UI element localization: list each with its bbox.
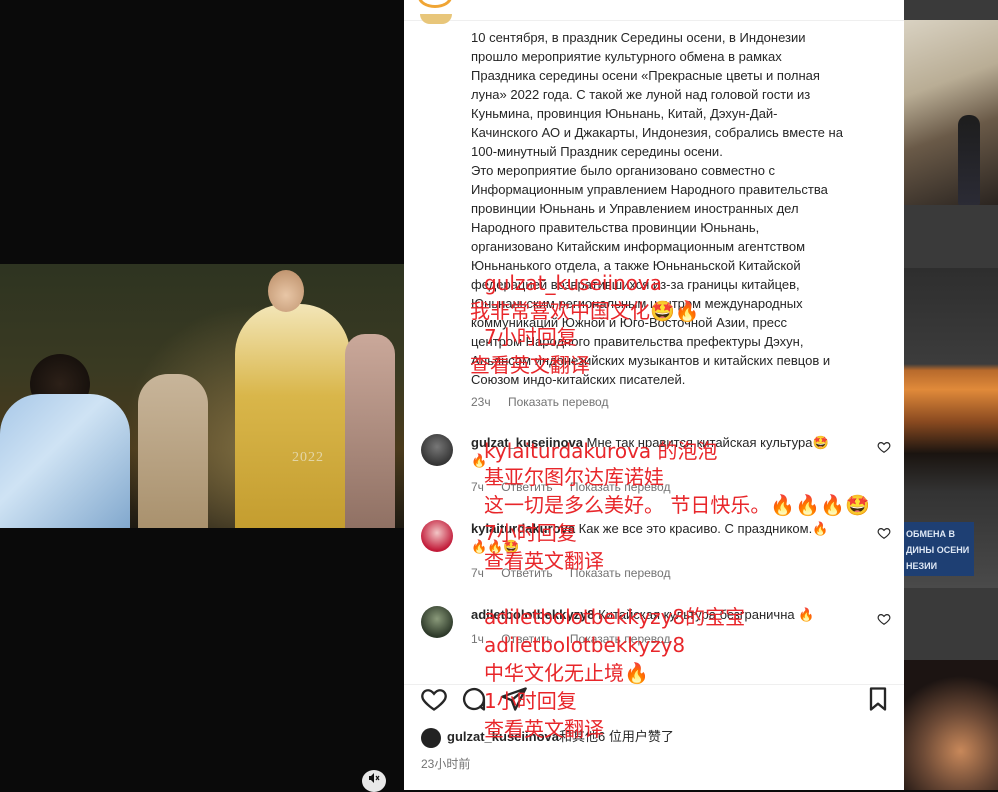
background-figure — [958, 115, 980, 205]
commenter-avatar[interactable] — [421, 606, 453, 638]
overlay-text: 查看英文翻译 — [484, 549, 604, 573]
see-translation-link[interactable]: Показать перевод — [508, 395, 609, 409]
background-thumbnail-1 — [904, 20, 998, 205]
caption-line: Праздника середины осени «Прекрасные цве… — [471, 68, 820, 83]
overlay-text: 查看英文翻译 — [484, 717, 604, 741]
liker-avatar[interactable] — [421, 727, 441, 748]
caption-line: Информационным управлением Народного пра… — [471, 182, 828, 197]
caption-line: Это мероприятие было организовано совмес… — [471, 163, 776, 178]
video-figure — [268, 270, 304, 312]
heart-icon[interactable] — [877, 612, 891, 626]
background-thumbnail-3 — [904, 660, 998, 790]
overlay-text: 1小时回复 — [484, 689, 577, 713]
action-bar — [404, 684, 904, 713]
heart-icon[interactable] — [420, 685, 448, 713]
caption-line: Качинского АО и Джакарты, Индонезия, соб… — [471, 125, 843, 140]
overlay-text: 7小时回复 — [484, 521, 577, 545]
overlay-text: 中华文化无止境🔥 — [484, 661, 649, 685]
post-panel: 10 сентября, в праздник Середины осени, … — [404, 0, 904, 790]
caption-line: организовано Китайским информационным аг… — [471, 239, 806, 254]
caption-line: 100-минутный Праздник середины осени. — [471, 144, 723, 159]
overlay-text: 这一切是多么美好。 节日快乐。🔥🔥🔥🤩 — [484, 493, 870, 517]
caption-line: провинции Юньнань и Управлением иностран… — [471, 201, 799, 216]
comment-time: 1ч — [471, 632, 484, 646]
avatar-ring[interactable] — [418, 0, 452, 8]
caption-line: луна» 2022 года. С такой же луной над го… — [471, 87, 811, 102]
caption-time: 23ч — [471, 395, 491, 409]
post-time: 23小时前 — [421, 757, 471, 771]
post-video[interactable]: 2022 — [0, 264, 404, 528]
muted-speaker-icon[interactable] — [362, 770, 386, 792]
badge-line: ОБМЕНА В — [906, 529, 955, 539]
heart-icon[interactable] — [877, 440, 891, 454]
overlay-text: kylaiturdakurova 的泡泡 — [484, 439, 718, 463]
overlay-text: 基亚尔图尔达库诺娃 — [484, 465, 664, 489]
comment-time: 7ч — [471, 480, 484, 494]
overlay-text: gulzat_kuseiinova — [484, 271, 663, 295]
caption-line: Куньмина, провинция Юньнань, Китай, Дэху… — [471, 106, 778, 121]
background-badge: ОБМЕНА В ДИНЫ ОСЕНИ НЕЗИИ — [904, 522, 974, 576]
overlay-text: adiletbolotbekkyzy8 — [484, 633, 686, 657]
overlay-text: 7小时回复 — [484, 325, 577, 349]
commenter-avatar[interactable] — [421, 520, 453, 552]
commenter-avatar[interactable] — [421, 434, 453, 466]
video-watermark: 2022 — [292, 450, 324, 465]
overlay-text: 我非常喜欢中国文化🤩🔥 — [470, 299, 700, 323]
overlay-text: adiletbolotbekkyzy8的宝宝 — [484, 605, 746, 629]
caption-line: прошло мероприятие культурного обмена в … — [471, 49, 782, 64]
video-figure — [0, 394, 130, 528]
caption-line: Народного правительства провинции Юньнан… — [471, 220, 760, 235]
video-figure — [345, 334, 395, 528]
video-figure — [138, 374, 208, 528]
comment-body: Как же все это красиво. С праздником.🔥 — [578, 521, 829, 536]
comment-time: 7ч — [471, 566, 484, 580]
overlay-text: 查看英文翻译 — [470, 353, 590, 377]
video-figure — [235, 304, 350, 528]
author-avatar[interactable] — [420, 14, 452, 24]
caption-line: 10 сентября, в праздник Середины осени, … — [471, 30, 806, 45]
badge-line: ДИНЫ ОСЕНИ — [906, 545, 970, 555]
bookmark-icon[interactable] — [864, 685, 892, 713]
badge-line: НЕЗИИ — [906, 561, 938, 571]
caption-meta: 23ч Показать перевод — [471, 395, 622, 409]
heart-icon[interactable] — [877, 526, 891, 540]
post-header — [404, 0, 904, 21]
